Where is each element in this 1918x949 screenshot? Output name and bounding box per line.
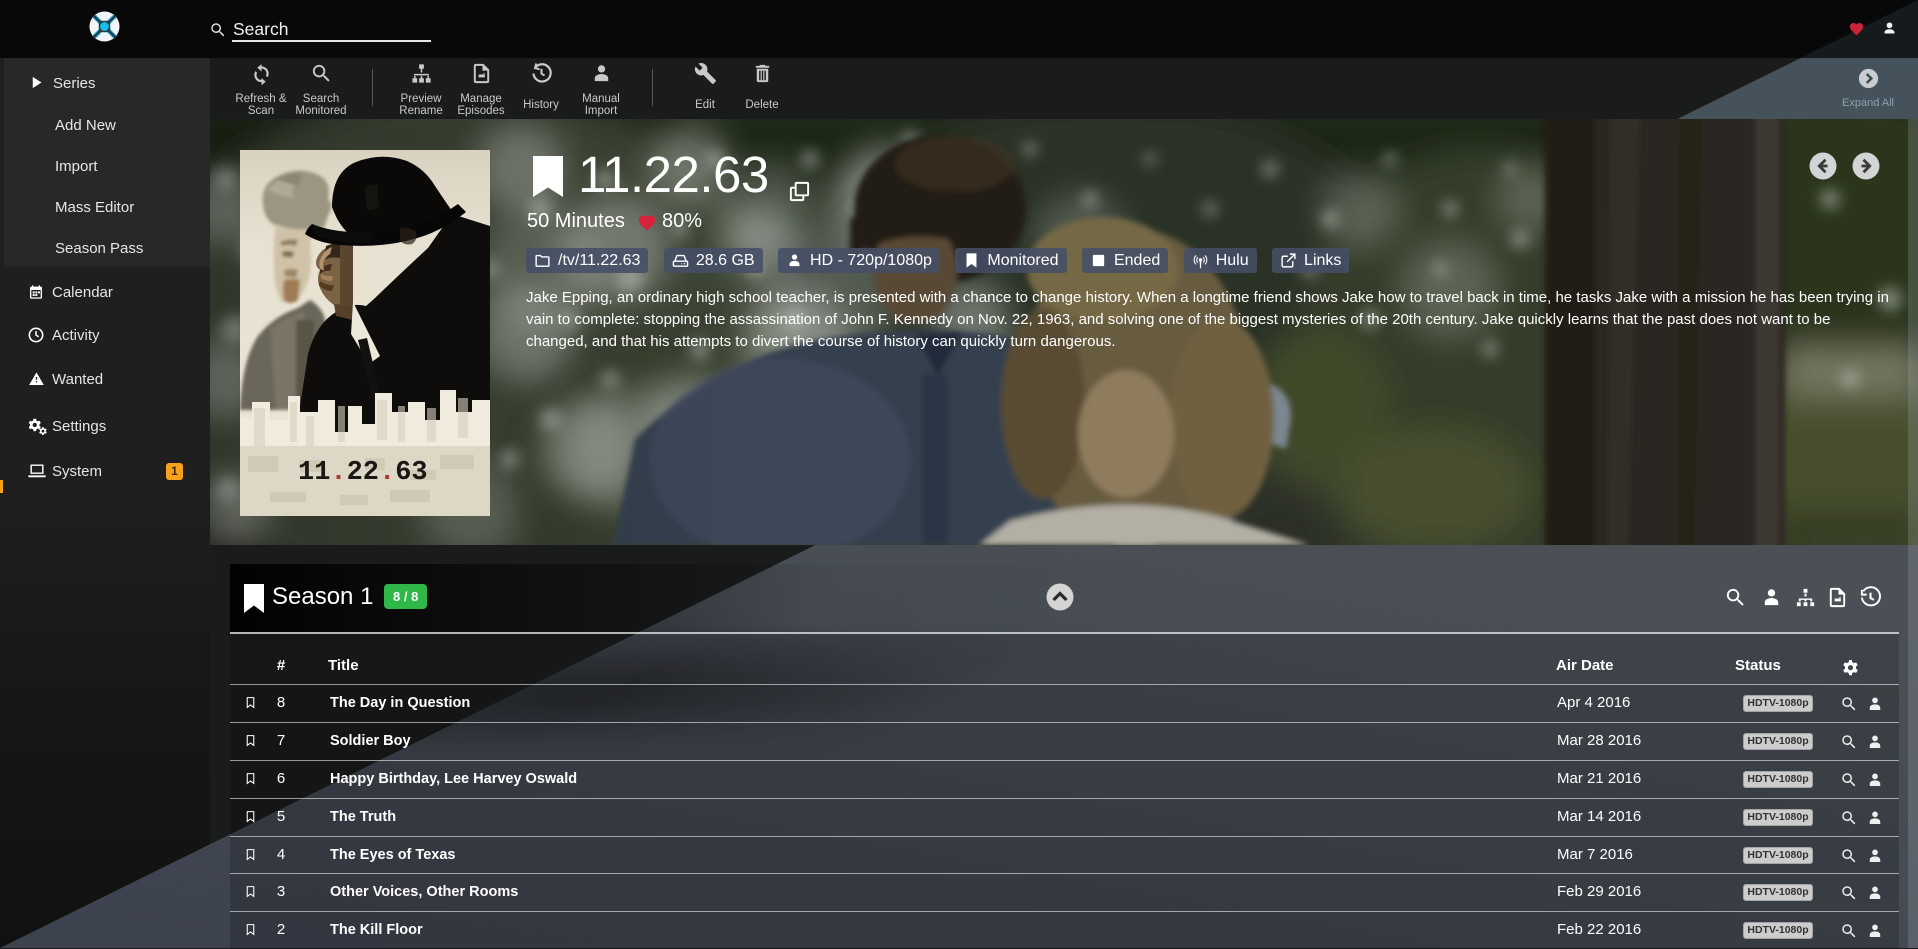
svg-text:11.22.63: 11.22.63 [298,458,428,488]
